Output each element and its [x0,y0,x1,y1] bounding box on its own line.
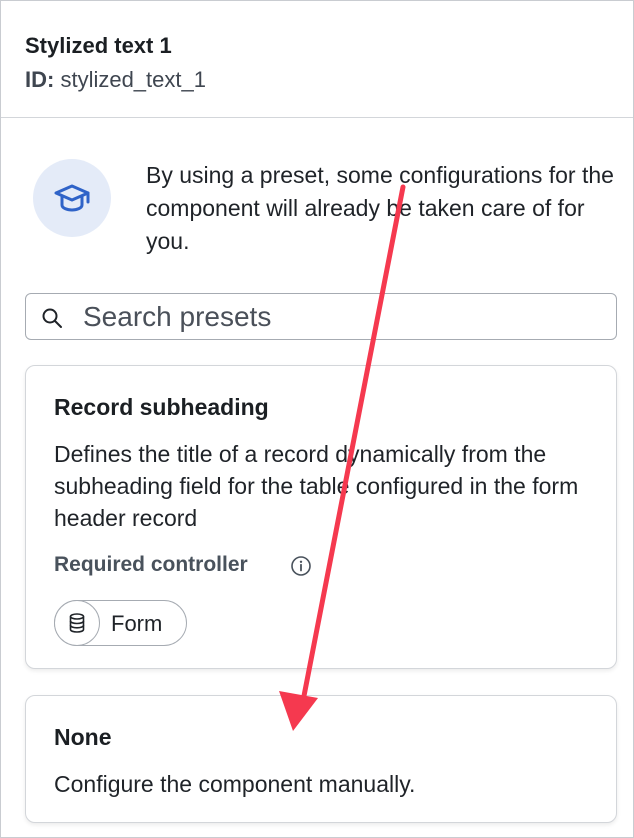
preset-panel: Stylized text 1 ID: stylized_text_1 By u… [0,0,634,838]
preset-title: Record subheading [54,394,269,420]
database-icon [69,613,85,633]
preset-card-none[interactable]: None Configure the component manually. [25,695,617,823]
preset-title: None [54,724,112,750]
controller-chip: Form [54,600,187,646]
preset-info-text: By using a preset, some configurations f… [146,162,614,254]
info-icon[interactable] [290,555,312,577]
preset-description: Configure the component manually. [54,771,416,797]
info-icon-circle [33,159,111,237]
search-presets-box[interactable] [25,293,617,340]
component-title: Stylized text 1 [25,33,172,58]
preset-card-record-subheading[interactable]: Record subheading Defines the title of a… [25,365,617,669]
panel-header: Stylized text 1 ID: stylized_text_1 [1,1,633,118]
chip-icon-circle [54,600,100,646]
preset-description: Defines the title of a record dynamicall… [54,441,579,531]
search-icon [42,308,62,328]
graduation-cap-icon [54,184,90,212]
required-controller-label: Required controller [54,553,248,576]
id-label: ID: [25,67,55,92]
search-presets-input[interactable] [83,300,603,334]
id-value: stylized_text_1 [60,67,206,92]
component-id: ID: stylized_text_1 [25,67,206,93]
controller-chip-label: Form [111,611,163,636]
